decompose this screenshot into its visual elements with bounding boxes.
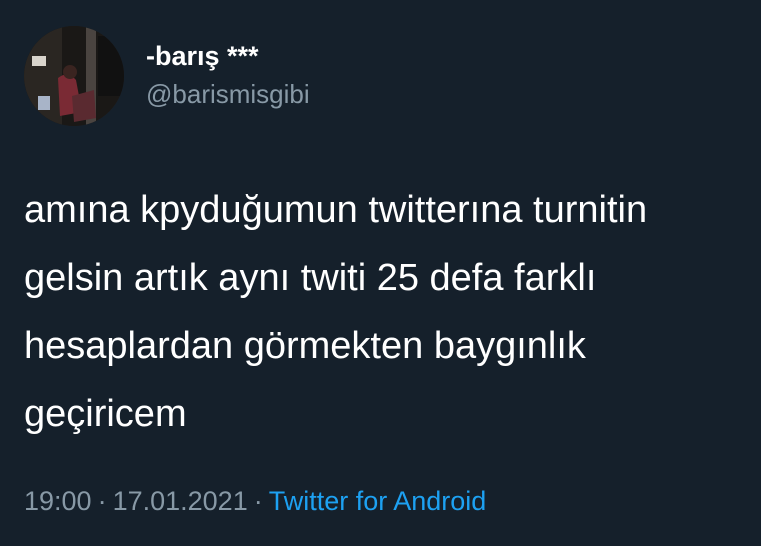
separator-dot: ·: [253, 486, 263, 516]
separator-dot: ·: [97, 486, 107, 516]
tweet-time[interactable]: 19:00: [24, 486, 92, 516]
display-name[interactable]: -barış ***: [146, 40, 310, 72]
avatar[interactable]: [24, 26, 124, 126]
tweet-metadata: 19:00 · 17.01.2021 · Twitter for Android: [24, 484, 486, 518]
user-info: -barış *** @barismisgibi: [146, 40, 310, 110]
tweet-detail: -barış *** @barismisgibi amına kpyduğumu…: [0, 0, 761, 546]
tweet-text: amına kpyduğumun twitterına turnitin gel…: [24, 189, 648, 435]
tweet-source-link[interactable]: Twitter for Android: [269, 486, 487, 516]
tweet-date[interactable]: 17.01.2021: [113, 486, 248, 516]
avatar-photo-icon: [24, 26, 124, 126]
username-handle[interactable]: @barismisgibi: [146, 78, 310, 110]
